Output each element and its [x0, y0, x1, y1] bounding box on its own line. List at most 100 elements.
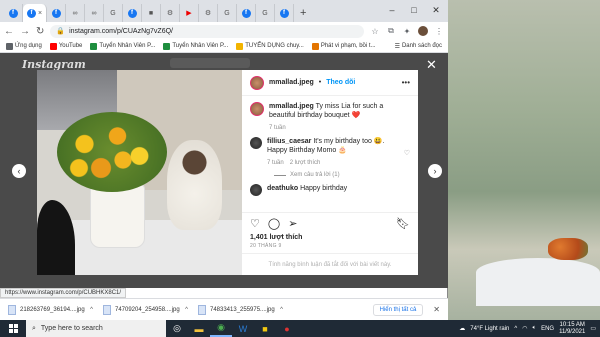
language-indicator[interactable]: ENG	[541, 326, 554, 332]
puzzle-icon[interactable]: ✦	[402, 26, 412, 36]
tab[interactable]: ⚙	[161, 4, 180, 22]
author-avatar[interactable]	[250, 75, 264, 90]
commenter-avatar[interactable]	[250, 184, 262, 196]
back-icon[interactable]: ←	[4, 26, 14, 37]
app-icon[interactable]: ●	[276, 320, 298, 337]
search-icon: ⌕	[32, 324, 36, 332]
chevron-up-icon[interactable]: ^	[280, 307, 283, 313]
browser-window: f f × f ∞ ∞ G f ■ ⚙ ▶ ⚙ G f G f + – □ ✕ ←…	[0, 0, 448, 320]
taskbar-search[interactable]: ⌕ Type here to search	[26, 320, 166, 337]
tab[interactable]: G	[256, 4, 275, 22]
comment-icon[interactable]: ◯	[268, 217, 280, 230]
close-window-button[interactable]: ✕	[425, 0, 447, 22]
tab[interactable]: G	[104, 4, 123, 22]
tab[interactable]: ■	[142, 4, 161, 22]
extension-icon[interactable]: ⧉	[386, 26, 396, 36]
youtube-icon	[49, 42, 57, 50]
close-tab-icon[interactable]: ×	[38, 10, 42, 17]
address-bar[interactable]: 🔒 instagram.com/p/CUAzNg7vZ6Q/	[50, 24, 364, 38]
bookmark-label: Ứng dụng	[15, 43, 42, 49]
more-options-icon[interactable]: •••	[402, 78, 410, 87]
bookmark-item[interactable]: Tuyển Nhân Viên P...	[163, 42, 228, 50]
author-username[interactable]: mmallad.jpeg	[269, 79, 314, 86]
chevron-up-icon[interactable]: ^	[90, 307, 93, 313]
word-icon[interactable]: W	[232, 320, 254, 337]
share-icon[interactable]: ➢	[288, 217, 297, 230]
bolt-icon	[236, 42, 244, 50]
download-item[interactable]: 74833413_255975....jpg ^	[198, 304, 283, 315]
weather-text[interactable]: 74°F Light rain	[470, 326, 509, 332]
tray-chevron-icon[interactable]: ^	[514, 326, 517, 332]
comment-likes[interactable]: 2 lượt thích	[290, 159, 321, 168]
reading-list[interactable]: ☰ Danh sách đọc	[395, 43, 442, 50]
like-comment-icon[interactable]: ♡	[404, 149, 410, 157]
profile-avatar[interactable]	[418, 26, 428, 36]
file-explorer-icon[interactable]: ▬	[188, 320, 210, 337]
next-post-button[interactable]: ›	[428, 164, 442, 178]
bookmark-item[interactable]: TUYỂN DỤNG chuy...	[236, 42, 304, 50]
chrome-icon[interactable]: ◉	[210, 320, 232, 337]
download-filename: 74833413_255975....jpg	[210, 306, 275, 313]
tab-favicon-icon: f	[279, 8, 289, 18]
bookmark-apps[interactable]: Ứng dụng	[6, 42, 42, 50]
download-item[interactable]: 218263769_36194....jpg ^	[8, 304, 93, 315]
sheet-icon	[90, 42, 98, 50]
tab-favicon-icon: f	[51, 8, 61, 18]
view-replies[interactable]: Xem câu trả lời (1)	[274, 172, 410, 178]
clock[interactable]: 10:15 AM 11/9/2021	[559, 322, 585, 336]
tab[interactable]: f	[237, 4, 256, 22]
minimize-button[interactable]: –	[381, 0, 403, 22]
tab-favicon-icon: f	[127, 8, 137, 18]
download-item[interactable]: 74709204_254958....jpg ^	[103, 304, 188, 315]
commenter-username[interactable]: deathuko	[267, 185, 298, 192]
chevron-up-icon[interactable]: ^	[185, 307, 188, 313]
tab[interactable]: f	[275, 4, 294, 22]
close-downloads-icon[interactable]: ✕	[433, 305, 440, 314]
tab[interactable]: ▶	[180, 4, 199, 22]
bookmark-item[interactable]: Phát vi phạm, bồi t...	[311, 42, 376, 50]
task-view-icon[interactable]: ◎	[166, 320, 188, 337]
comment-time: 7 tuần	[269, 125, 286, 131]
commenter-avatar[interactable]	[250, 137, 262, 149]
like-icon[interactable]: ♡	[250, 217, 260, 230]
reload-icon[interactable]: ↻	[36, 26, 44, 37]
tab[interactable]: ∞	[85, 4, 104, 22]
close-modal-button[interactable]: ✕	[426, 58, 437, 71]
tab-favicon-icon: ⚙	[166, 10, 174, 17]
tab[interactable]: ∞	[66, 4, 85, 22]
commenter-username[interactable]: mmallad.jpeg	[269, 103, 314, 110]
follow-button[interactable]: Theo dõi	[326, 79, 355, 86]
start-button[interactable]	[0, 320, 26, 337]
tab[interactable]: f	[4, 4, 23, 22]
network-icon[interactable]: ◠	[522, 325, 527, 332]
tab[interactable]: ⚙	[199, 4, 218, 22]
comment: deathuko Happy birthday	[250, 184, 410, 196]
bookmark-icon[interactable]: 🔖︎	[396, 217, 410, 230]
previous-post-button[interactable]: ‹	[12, 164, 26, 178]
volume-icon[interactable]: 🔈︎	[532, 325, 536, 332]
tab[interactable]: G	[218, 4, 237, 22]
tab-active[interactable]: f ×	[23, 4, 47, 22]
notifications-icon[interactable]: ▭	[590, 325, 596, 332]
reply-line	[274, 174, 286, 176]
menu-icon[interactable]: ⋮	[434, 26, 444, 36]
weather-icon: ☁	[459, 326, 466, 332]
show-all-downloads-button[interactable]: Hiển thị tất cả	[372, 303, 424, 316]
commenter-username[interactable]: fillius_caesar	[267, 138, 311, 145]
like-count[interactable]: 1,401 lượt thích	[242, 234, 418, 241]
windows-icon	[8, 324, 18, 333]
tab-favicon-icon: f	[8, 8, 18, 18]
bookmark-item[interactable]: Tuyển Nhân Viên P...	[90, 42, 155, 50]
forward-icon[interactable]: →	[20, 26, 30, 37]
photo-vase	[90, 183, 145, 248]
maximize-button[interactable]: □	[403, 0, 425, 22]
star-icon[interactable]: ☆	[370, 26, 380, 36]
new-tab-button[interactable]: +	[300, 4, 306, 22]
notes-icon[interactable]: ■	[254, 320, 276, 337]
comment: mmallad.jpeg Ty miss Lia for such a beau…	[250, 102, 410, 133]
bookmark-youtube[interactable]: YouTube	[49, 42, 82, 50]
commenter-avatar[interactable]	[250, 102, 264, 116]
tab[interactable]: f	[123, 4, 142, 22]
image-file-icon	[8, 304, 16, 315]
tab[interactable]: f	[47, 4, 66, 22]
